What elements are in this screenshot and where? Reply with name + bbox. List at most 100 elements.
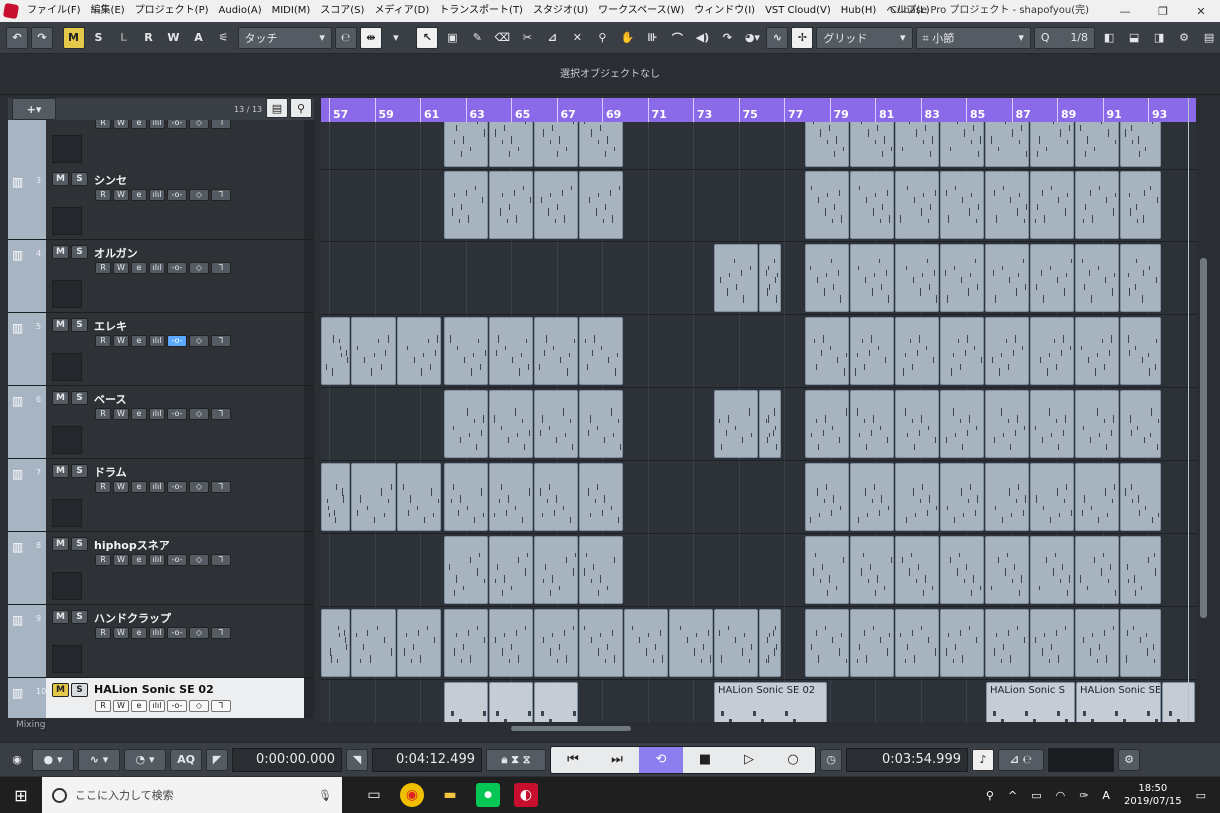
track-mute-button[interactable]: M (52, 683, 69, 697)
track-btn-6[interactable]: ⅂ (211, 189, 231, 201)
midi-part[interactable] (1030, 609, 1074, 677)
cycle-icon[interactable]: ⟲ (639, 746, 683, 773)
track-row[interactable]: ▥ 4 M S オルガン R We ılıl -o- ◇ ⅂ (8, 240, 314, 313)
midi-part[interactable] (895, 390, 939, 458)
midi-part[interactable] (1075, 390, 1119, 458)
chrome-icon[interactable]: ◉ (400, 783, 424, 807)
snap-toggle-icon[interactable]: ∿ (766, 26, 789, 49)
color-palette-icon[interactable]: ◕▾ (741, 27, 763, 49)
dropdown-arrow-icon[interactable]: ▾ (385, 27, 407, 49)
transport-settings-gear-icon[interactable]: ⚙ (1118, 748, 1140, 771)
time-format-icon[interactable]: ◷ (820, 748, 842, 771)
halion-part[interactable]: HALion Sonic S (986, 682, 1075, 722)
play-tool-icon[interactable]: ◀) (691, 27, 713, 49)
track-name[interactable]: ドラム (94, 464, 127, 480)
pen-icon[interactable]: ✑ (1079, 789, 1088, 802)
track-btn-6[interactable]: ⅂ (211, 262, 231, 274)
midi-part[interactable] (1030, 536, 1074, 604)
midi-part[interactable] (1075, 609, 1119, 677)
write-all-button[interactable]: W (163, 27, 185, 49)
metronome-icon[interactable]: ♪ (972, 748, 994, 771)
midi-part[interactable] (351, 463, 396, 531)
track-btn-1[interactable]: W (113, 189, 129, 201)
midi-part[interactable] (805, 536, 849, 604)
track-btn-6[interactable]: ⅂ (211, 120, 231, 129)
go-to-end-icon[interactable]: ⏭ (595, 747, 639, 773)
midi-part[interactable] (444, 317, 488, 385)
solo-all-button[interactable]: S (88, 27, 110, 49)
midi-part[interactable] (895, 536, 939, 604)
halion-part[interactable]: HALion Sonic SE 02 (714, 682, 827, 722)
track-btn-5[interactable]: ◇ (189, 481, 209, 493)
track-btn-0[interactable]: R (95, 189, 111, 201)
menu-item-8[interactable]: スタジオ(U) (528, 0, 593, 22)
track-name[interactable]: ベース (94, 391, 126, 407)
right-locator-icon[interactable]: ◥ (346, 748, 368, 771)
midi-part[interactable] (759, 390, 781, 458)
midi-part[interactable] (579, 171, 623, 239)
snap-type-select[interactable]: グリッド ▾ (816, 26, 913, 49)
midi-part[interactable] (940, 463, 984, 531)
midi-part[interactable] (985, 536, 1029, 604)
midi-part[interactable] (351, 317, 396, 385)
track-btn-1[interactable]: W (113, 335, 129, 347)
record-icon[interactable]: ○ (771, 747, 815, 773)
search-icon[interactable]: ⚲ (290, 98, 312, 118)
file-explorer-icon[interactable]: ▬ (438, 783, 462, 807)
microphone-icon[interactable]: 🎙︎ (318, 789, 332, 802)
midi-part[interactable] (1030, 390, 1074, 458)
track-name[interactable]: ハンドクラップ (94, 610, 171, 626)
add-track-button[interactable]: + ▾ (12, 98, 56, 120)
left-zone-icon[interactable]: ◧ (1098, 27, 1120, 49)
midi-part[interactable] (895, 122, 939, 167)
midi-part[interactable] (805, 317, 849, 385)
track-btn-1[interactable]: W (113, 481, 129, 493)
midi-part[interactable] (850, 317, 894, 385)
midi-part[interactable] (940, 171, 984, 239)
midi-part[interactable] (1075, 317, 1119, 385)
midi-part[interactable] (397, 463, 441, 531)
mute-tool-icon[interactable]: ✕ (566, 27, 588, 49)
track-btn-2[interactable]: e (131, 189, 147, 201)
track-row[interactable]: ▥ 9 M S ハンドクラップ R We ılıl -o- ◇ ⅂ (8, 605, 314, 678)
menu-item-9[interactable]: ワークスペース(W) (593, 0, 689, 22)
minimize-button[interactable]: — (1106, 0, 1144, 22)
track-row[interactable]: ▥ 8 M S hiphopスネア R We ılıl -o- ◇ ⅂ (8, 532, 314, 605)
track-btn-1[interactable]: W (113, 554, 129, 566)
autoscroll-icon[interactable]: ⇹ (359, 26, 382, 49)
listen-button[interactable]: L (113, 27, 135, 49)
midi-part[interactable] (1030, 244, 1074, 312)
track-btn-2[interactable]: e (131, 408, 147, 420)
midi-part[interactable] (534, 171, 578, 239)
midi-part[interactable] (669, 609, 713, 677)
midi-part[interactable] (579, 122, 623, 167)
track-btn-4[interactable]: -o- (167, 189, 187, 201)
track-solo-button[interactable]: S (71, 245, 88, 259)
track-solo-button[interactable]: S (71, 537, 88, 551)
track-btn-2[interactable]: e (131, 700, 147, 712)
track-btn-3[interactable]: ılıl (149, 408, 165, 420)
midi-part[interactable] (850, 244, 894, 312)
track-btn-6[interactable]: ⅂ (211, 700, 231, 712)
midi-part[interactable] (1075, 536, 1119, 604)
project-cursor[interactable] (1188, 98, 1189, 722)
midi-part[interactable] (895, 609, 939, 677)
midi-part[interactable] (534, 536, 578, 604)
restore-button[interactable]: ❐ (1144, 0, 1182, 22)
midi-part[interactable] (1075, 463, 1119, 531)
midi-part[interactable] (321, 463, 350, 531)
midi-part[interactable] (1075, 122, 1119, 167)
track-btn-4[interactable]: -o- (167, 627, 187, 639)
automation-mode-select[interactable]: タッチ ▾ (237, 26, 332, 49)
midi-part[interactable] (985, 244, 1029, 312)
track-btn-1[interactable]: W (113, 262, 129, 274)
track-mute-button[interactable]: M (52, 537, 69, 551)
midi-part[interactable] (579, 463, 623, 531)
track-btn-3[interactable]: ılıl (149, 120, 165, 129)
midi-part[interactable] (805, 609, 849, 677)
glue-tool-icon[interactable]: ⊿ (541, 27, 563, 49)
midi-part[interactable] (397, 317, 441, 385)
midi-part[interactable] (895, 317, 939, 385)
track-btn-4[interactable]: -o- (167, 335, 187, 347)
midi-part[interactable] (850, 609, 894, 677)
